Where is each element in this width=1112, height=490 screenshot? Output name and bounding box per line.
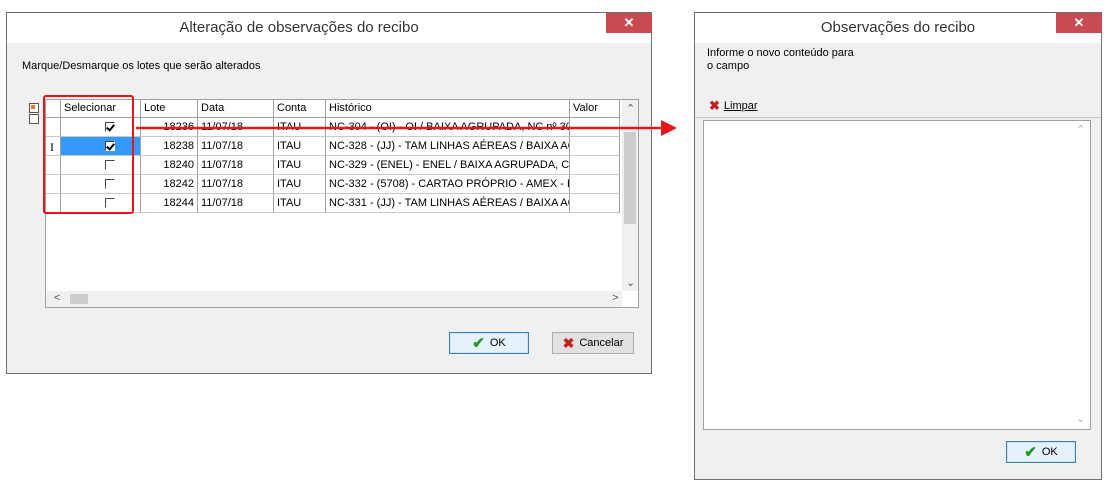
- scroll-right-icon[interactable]: >: [612, 292, 618, 304]
- col-header-historico[interactable]: Histórico: [326, 100, 570, 118]
- lote-cell: 18236: [141, 118, 198, 137]
- data-cell: 11/07/18: [198, 175, 274, 194]
- ok-button[interactable]: ✔ OK: [449, 332, 529, 354]
- title-bar: Observações do recibo ✕: [695, 13, 1102, 43]
- dialog-title: Observações do recibo: [820, 19, 976, 36]
- title-bar: Alteração de observações do recibo ✕: [7, 13, 652, 43]
- col-header-valor[interactable]: Valor: [570, 100, 620, 118]
- data-cell: 11/07/18: [198, 156, 274, 175]
- data-cell: 11/07/18: [198, 194, 274, 213]
- dialog-title: Alteração de observações do recibo: [179, 19, 419, 36]
- historico-cell: NC-304 - (OI) - OI / BAIXA AGRUPADA, NC …: [326, 118, 570, 137]
- observacoes-textarea[interactable]: [703, 120, 1091, 430]
- prompt-line-1: Informe o novo conteúdo para: [707, 47, 854, 59]
- cancel-x-icon: ✖: [562, 334, 575, 351]
- lote-cell: 18240: [141, 156, 198, 175]
- annotation-highlight-box: [43, 95, 134, 214]
- instruction-label: Marque/Desmarque os lotes que serão alte…: [22, 60, 261, 72]
- check-icon: ✔: [472, 335, 485, 352]
- observacoes-dialog: Observações do recibo ✕ Informe o novo c…: [694, 12, 1102, 480]
- limpar-label: Limpar: [723, 100, 758, 112]
- historico-cell: NC-329 - (ENEL) - ENEL / BAIXA AGRUPADA,…: [326, 156, 570, 175]
- conta-cell: ITAU: [274, 118, 326, 137]
- historico-cell: NC-331 - (JJ) - TAM LINHAS AÉREAS / BAIX…: [326, 194, 570, 213]
- scroll-down-icon[interactable]: ⌄: [626, 276, 635, 289]
- scroll-thumb[interactable]: [624, 132, 636, 224]
- col-header-data[interactable]: Data: [198, 100, 274, 118]
- select-all-icon[interactable]: [29, 103, 39, 113]
- lote-cell: 18238: [141, 137, 198, 156]
- col-header-conta[interactable]: Conta: [274, 100, 326, 118]
- cancel-button[interactable]: ✖ Cancelar: [552, 332, 634, 354]
- check-icon: ✔: [1024, 444, 1037, 461]
- scroll-up-icon[interactable]: ⌃: [626, 102, 635, 115]
- valor-cell: [570, 194, 620, 213]
- conta-cell: ITAU: [274, 175, 326, 194]
- valor-cell: [570, 175, 620, 194]
- cancel-label: Cancelar: [579, 337, 624, 349]
- ok-label: OK: [489, 337, 506, 349]
- close-button[interactable]: ✕: [606, 13, 652, 33]
- ok-button[interactable]: ✔ OK: [1006, 441, 1076, 463]
- conta-cell: ITAU: [274, 194, 326, 213]
- conta-cell: ITAU: [274, 137, 326, 156]
- prompt-line-2: o campo: [707, 60, 750, 72]
- limpar-button[interactable]: ✖ Limpar: [709, 98, 758, 114]
- vertical-scrollbar[interactable]: ⌃ ⌄: [622, 100, 638, 291]
- col-header-lote[interactable]: Lote: [141, 100, 198, 118]
- h-scroll-thumb[interactable]: [70, 294, 88, 304]
- ok-label: OK: [1041, 446, 1058, 458]
- separator: [695, 117, 1101, 118]
- valor-cell: [570, 118, 620, 137]
- valor-cell: [570, 137, 620, 156]
- valor-cell: [570, 156, 620, 175]
- horizontal-scrollbar[interactable]: < >: [46, 291, 622, 307]
- lote-cell: 18242: [141, 175, 198, 194]
- lotes-grid[interactable]: Selecionar Lote Data Conta Histórico Val…: [45, 99, 639, 308]
- historico-cell: NC-332 - (5708) - CARTAO PRÓPRIO - AMEX …: [326, 175, 570, 194]
- scroll-left-icon[interactable]: <: [54, 292, 60, 304]
- textarea-scroll-down-icon[interactable]: ⌄: [1076, 412, 1085, 425]
- close-button[interactable]: ✕: [1056, 13, 1102, 33]
- textarea-scroll-up-icon[interactable]: ⌃: [1076, 123, 1085, 136]
- historico-cell: NC-328 - (JJ) - TAM LINHAS AÉREAS / BAIX…: [326, 137, 570, 156]
- conta-cell: ITAU: [274, 156, 326, 175]
- deselect-all-icon[interactable]: [29, 114, 39, 124]
- data-cell: 11/07/18: [198, 137, 274, 156]
- lote-cell: 18244: [141, 194, 198, 213]
- prompt-label: Informe o novo conteúdo para o campo: [707, 47, 854, 73]
- limpar-x-icon: ✖: [709, 98, 720, 113]
- data-cell: 11/07/18: [198, 118, 274, 137]
